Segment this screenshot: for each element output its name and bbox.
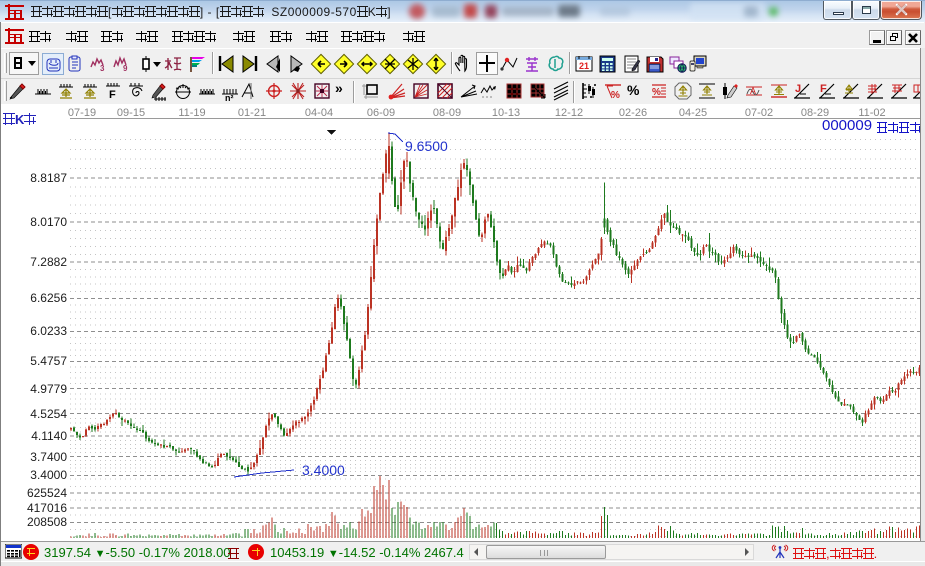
svg-text:10-13: 10-13	[492, 107, 520, 119]
svg-text:04-25: 04-25	[679, 107, 707, 119]
svg-text:4.9779: 4.9779	[30, 382, 67, 396]
svg-text:625524: 625524	[27, 486, 67, 500]
svg-text:3.7400: 3.7400	[30, 450, 67, 464]
svg-text:8.0170: 8.0170	[30, 215, 67, 229]
svg-text:9.6500: 9.6500	[405, 138, 448, 154]
svg-text:3.4000: 3.4000	[302, 462, 345, 478]
svg-text:6.0233: 6.0233	[30, 324, 67, 338]
svg-text:21: 21	[579, 61, 589, 71]
svg-text:417016: 417016	[27, 501, 67, 515]
svg-text:09-15: 09-15	[117, 107, 145, 119]
svg-text:01-21: 01-21	[238, 107, 266, 119]
svg-text:7.2882: 7.2882	[30, 255, 67, 269]
svg-text:8.8187: 8.8187	[30, 171, 67, 185]
svg-text:9: 9	[123, 64, 128, 73]
svg-text:11-19: 11-19	[178, 107, 205, 119]
svg-text:07-19: 07-19	[68, 107, 96, 119]
svg-text:12-12: 12-12	[555, 107, 583, 119]
svg-text:n²: n²	[225, 93, 234, 101]
svg-text:4.1140: 4.1140	[31, 429, 67, 443]
svg-text:3.4000: 3.4000	[30, 468, 67, 482]
svg-text:08-09: 08-09	[433, 107, 461, 119]
svg-text:208508: 208508	[27, 515, 67, 529]
svg-text:4.5254: 4.5254	[30, 407, 67, 421]
svg-text:F: F	[820, 83, 827, 95]
svg-text:3: 3	[100, 64, 105, 73]
svg-text:6.6256: 6.6256	[30, 291, 67, 305]
svg-text:%: %	[652, 87, 661, 98]
svg-text:07-02: 07-02	[745, 107, 773, 119]
svg-text:F: F	[109, 89, 116, 101]
svg-text:J: J	[795, 83, 801, 95]
svg-text:02-26: 02-26	[619, 107, 647, 119]
svg-text:000009: 000009	[822, 117, 872, 134]
svg-text:5.4757: 5.4757	[30, 354, 67, 368]
svg-text:06-09: 06-09	[367, 107, 395, 119]
svg-text:%: %	[611, 90, 620, 101]
svg-text:A: A	[750, 86, 756, 96]
svg-text:04-04: 04-04	[305, 107, 333, 119]
